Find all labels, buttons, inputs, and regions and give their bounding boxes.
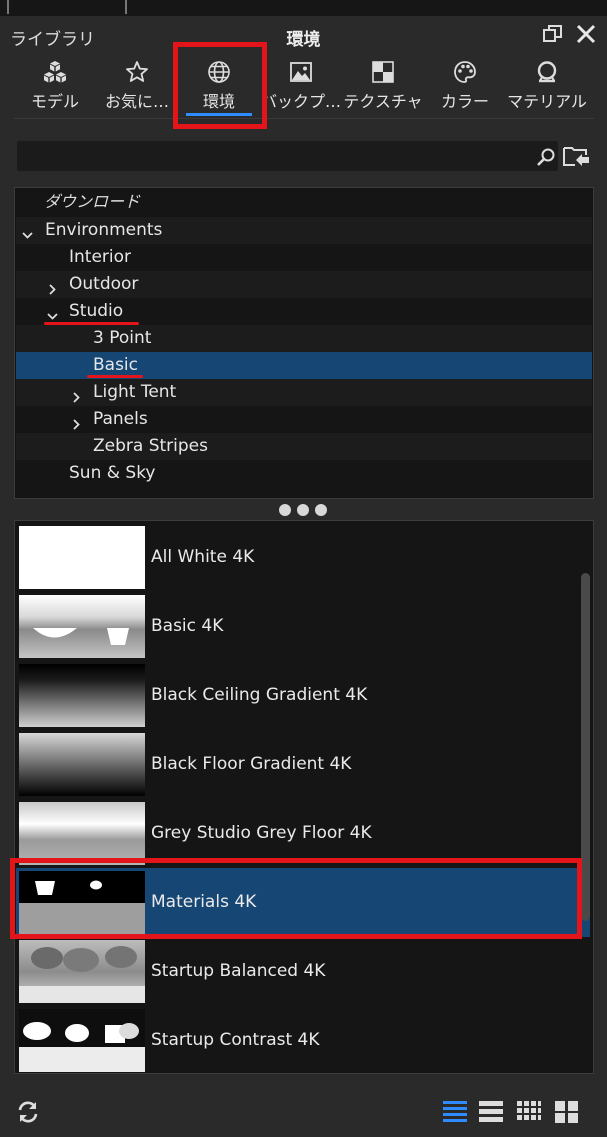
list-item[interactable]: Black Floor Gradient 4K [16, 730, 590, 799]
list-item[interactable]: Black Ceiling Gradient 4K [16, 661, 590, 730]
panel-title: 環境 [286, 30, 321, 50]
list-item-label: Black Floor Gradient 4K [151, 754, 352, 774]
chevron-right-icon[interactable] [46, 278, 59, 295]
large-grid-icon[interactable] [554, 1099, 580, 1125]
environment-thumbnail [19, 595, 145, 658]
top-strip [0, 0, 607, 16]
divider [14, 118, 594, 119]
material-ball-icon [535, 60, 559, 84]
list-item[interactable]: Basic 4K [16, 592, 590, 661]
chevron-down-icon[interactable] [46, 305, 59, 320]
annotation-underline [44, 322, 139, 325]
list-item-label: Grey Studio Grey Floor 4K [151, 823, 372, 843]
list-item-label: Startup Balanced 4K [151, 961, 326, 981]
tab-models[interactable]: モデル [14, 56, 96, 116]
tab-backplates[interactable]: バックプ… [260, 56, 342, 116]
tree-item-download[interactable]: ダウンロード [16, 188, 592, 215]
list-item[interactable]: Startup Contrast 4K [16, 1006, 590, 1073]
list-item-label: Materials 4K [151, 892, 257, 912]
tree-item-label: Interior [69, 247, 132, 267]
list-item[interactable]: Startup Balanced 4K [16, 937, 590, 1006]
tab-label: カラー [440, 92, 489, 111]
tree-item-label: Studio [69, 301, 124, 321]
tab-textures[interactable]: テクスチャ [342, 56, 424, 116]
tab-colors[interactable]: カラー [424, 56, 506, 116]
search-icon[interactable] [536, 147, 556, 167]
tree-item-environments[interactable]: Environments [16, 217, 592, 244]
tree-item-3-point[interactable]: 3 Point [16, 325, 592, 352]
list-item[interactable]: Materials 4K [16, 868, 590, 937]
active-tab-indicator [186, 113, 252, 116]
refresh-icon[interactable] [15, 1099, 41, 1125]
category-tabs: モデル お気に… 環境 バックプ… テクスチャ カラー マテリアル [14, 56, 594, 118]
checker-icon [371, 60, 395, 84]
tree-item-label: Sun & Sky [69, 463, 156, 483]
environment-thumbnail [19, 526, 145, 589]
environment-list: All White 4K Basic 4K Black Ceiling Grad… [14, 520, 594, 1074]
close-icon[interactable] [574, 22, 598, 46]
splitter-handle[interactable] [279, 503, 329, 517]
divider [125, 0, 127, 14]
tab-label: バックプ… [260, 92, 341, 111]
compact-list-icon[interactable] [478, 1099, 504, 1125]
panel-header: ライブラリ 環境 [0, 20, 607, 52]
tab-label: お気に… [104, 92, 169, 111]
tree-item-label: Panels [93, 409, 148, 429]
list-item-label: Basic 4K [151, 616, 224, 636]
chevron-right-icon[interactable] [70, 413, 83, 430]
star-icon [125, 60, 149, 84]
tree-item-label: Environments [45, 220, 163, 240]
tree-item-label: 3 Point [93, 328, 152, 348]
undock-icon[interactable] [541, 22, 565, 46]
environment-thumbnail [19, 871, 145, 934]
tree-item-studio[interactable]: Studio [16, 298, 592, 325]
tree-item-label: Outdoor [69, 274, 139, 294]
tree-item-zebra-stripes[interactable]: Zebra Stripes [16, 433, 592, 460]
chevron-down-icon[interactable] [21, 224, 34, 239]
search-bar [17, 141, 558, 171]
environment-thumbnail [19, 733, 145, 796]
category-tree: ダウンロード Environments Interior Outdoor Stu… [14, 187, 594, 499]
tree-item-outdoor[interactable]: Outdoor [16, 271, 592, 298]
tab-favorites[interactable]: お気に… [96, 56, 178, 116]
dot [297, 504, 309, 516]
environment-thumbnail [19, 664, 145, 727]
tree-item-label: Zebra Stripes [93, 436, 208, 456]
annotation-underline [87, 375, 143, 378]
list-item-label: All White 4K [151, 547, 255, 567]
list-item-label: Startup Contrast 4K [151, 1030, 320, 1050]
list-item-label: Black Ceiling Gradient 4K [151, 685, 368, 705]
small-grid-icon[interactable] [516, 1099, 542, 1125]
open-folder-icon[interactable] [562, 142, 590, 170]
tab-materials[interactable]: マテリアル [506, 56, 588, 116]
palette-icon [453, 60, 477, 84]
image-icon [289, 60, 313, 84]
list-item[interactable]: All White 4K [16, 523, 590, 592]
tree-item-light-tent[interactable]: Light Tent [16, 379, 592, 406]
environment-thumbnail [19, 802, 145, 865]
globe-icon [207, 60, 231, 84]
tree-item-sun-sky[interactable]: Sun & Sky [16, 460, 592, 487]
dot [279, 504, 291, 516]
list-item[interactable]: Grey Studio Grey Floor 4K [16, 799, 590, 868]
tree-item-interior[interactable]: Interior [16, 244, 592, 271]
tree-item-label: Light Tent [93, 382, 177, 402]
search-input[interactable] [23, 145, 527, 167]
tab-label: マテリアル [507, 92, 587, 111]
tab-label: モデル [30, 92, 79, 111]
tab-label: テクスチャ [343, 92, 423, 111]
cubes-icon [43, 60, 67, 84]
tab-label: 環境 [202, 92, 235, 111]
tree-item-panels[interactable]: Panels [16, 406, 592, 433]
environment-thumbnail [19, 1009, 145, 1072]
dot [315, 504, 327, 516]
scrollbar-thumb[interactable] [581, 573, 590, 921]
tree-item-label: ダウンロード [44, 192, 141, 211]
environment-thumbnail [19, 940, 145, 1003]
divider [7, 0, 9, 14]
list-view-icon[interactable] [442, 1099, 468, 1125]
chevron-right-icon[interactable] [70, 386, 83, 403]
tab-environments[interactable]: 環境 [178, 56, 260, 116]
